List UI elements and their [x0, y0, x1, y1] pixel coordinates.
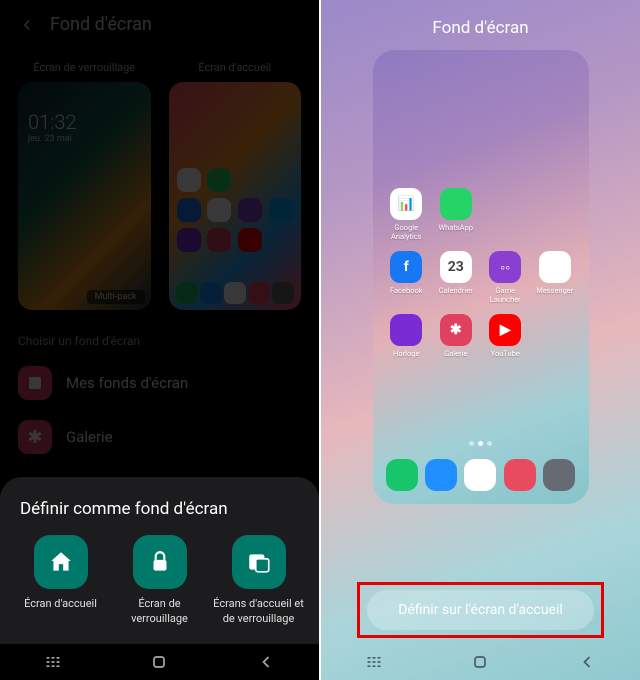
app-icon: [539, 251, 571, 283]
home-icon: [34, 535, 88, 589]
app-youtube[interactable]: ▶ YouTube: [484, 314, 528, 358]
dock-apps-icon[interactable]: [543, 459, 575, 491]
dock-messages-icon[interactable]: [425, 459, 457, 491]
app-label: YouTube: [484, 349, 528, 358]
app-label: Google Analytics: [385, 223, 429, 241]
home-screen-preview: 📊 Google Analytics WhatsApp f Facebook 23 Cale…: [373, 50, 589, 504]
dock-browser-icon[interactable]: [464, 459, 496, 491]
android-navbar-right: [321, 644, 640, 680]
app-icon: ◦◦: [489, 251, 521, 283]
option-both-label: Écrans d'accueil et de verrouillage: [212, 597, 305, 626]
option-lock-screen[interactable]: Écran de verrouillage: [113, 535, 206, 626]
apply-home-button[interactable]: Définir sur l'écran d'accueil: [367, 590, 594, 630]
app-label: Messenger: [533, 286, 577, 295]
lock-icon: [133, 535, 187, 589]
wallpaper-preview-panel: Fond d'écran 📊 Google Analytics WhatsApp fF…: [321, 0, 640, 680]
app-horloge[interactable]: Horloge: [385, 314, 429, 358]
app-icon: 📊: [390, 188, 422, 220]
option-both-screens[interactable]: Écrans d'accueil et de verrouillage: [212, 535, 305, 626]
app-icon: ✱: [440, 314, 472, 346]
app-label: Game Launcher: [484, 286, 528, 304]
app-messenger[interactable]: Messenger: [533, 251, 577, 304]
app-icon: f: [390, 251, 422, 283]
page-indicator: [373, 441, 589, 446]
both-icon: [232, 535, 286, 589]
recents-icon[interactable]: [43, 652, 63, 672]
app-game-launcher[interactable]: ◦◦ Game Launcher: [484, 251, 528, 304]
sheet-title: Définir comme fond d'écran: [20, 499, 299, 519]
back-nav-icon[interactable]: [577, 652, 597, 672]
preview-title: Fond d'écran: [321, 0, 640, 50]
app-label: Calendrier: [434, 286, 478, 295]
app-label: WhatsApp: [434, 223, 478, 232]
app-icon: [390, 314, 422, 346]
home-nav-icon[interactable]: [149, 652, 169, 672]
app-calendrier[interactable]: 23 Calendrier: [434, 251, 478, 304]
set-wallpaper-sheet: Définir comme fond d'écran Écran d'accue…: [0, 477, 319, 644]
app-google-analytics[interactable]: 📊 Google Analytics: [385, 188, 429, 241]
app-label: Horloge: [385, 349, 429, 358]
recents-icon[interactable]: [364, 652, 384, 672]
app-icon: 23: [440, 251, 472, 283]
wallpaper-settings-panel: Fond d'écran Écran de verrouillage 01:32…: [0, 0, 319, 680]
android-navbar-left: [0, 644, 319, 680]
apply-label: Définir sur l'écran d'accueil: [398, 602, 563, 618]
app-label: Galerie: [434, 349, 478, 358]
dock-phone-icon[interactable]: [386, 459, 418, 491]
app-whatsapp[interactable]: WhatsApp: [434, 188, 478, 241]
back-nav-icon[interactable]: [256, 652, 276, 672]
app-label: Facebook: [385, 286, 429, 295]
app-facebook[interactable]: f Facebook: [385, 251, 429, 304]
home-nav-icon[interactable]: [470, 652, 490, 672]
dock-camera-icon[interactable]: [504, 459, 536, 491]
app-icon: [440, 188, 472, 220]
option-home-screen[interactable]: Écran d'accueil: [14, 535, 107, 626]
app-icon: ▶: [489, 314, 521, 346]
preview-dock: [383, 459, 579, 494]
option-home-label: Écran d'accueil: [14, 597, 107, 611]
app-galerie[interactable]: ✱ Galerie: [434, 314, 478, 358]
option-lock-label: Écran de verrouillage: [113, 597, 206, 626]
